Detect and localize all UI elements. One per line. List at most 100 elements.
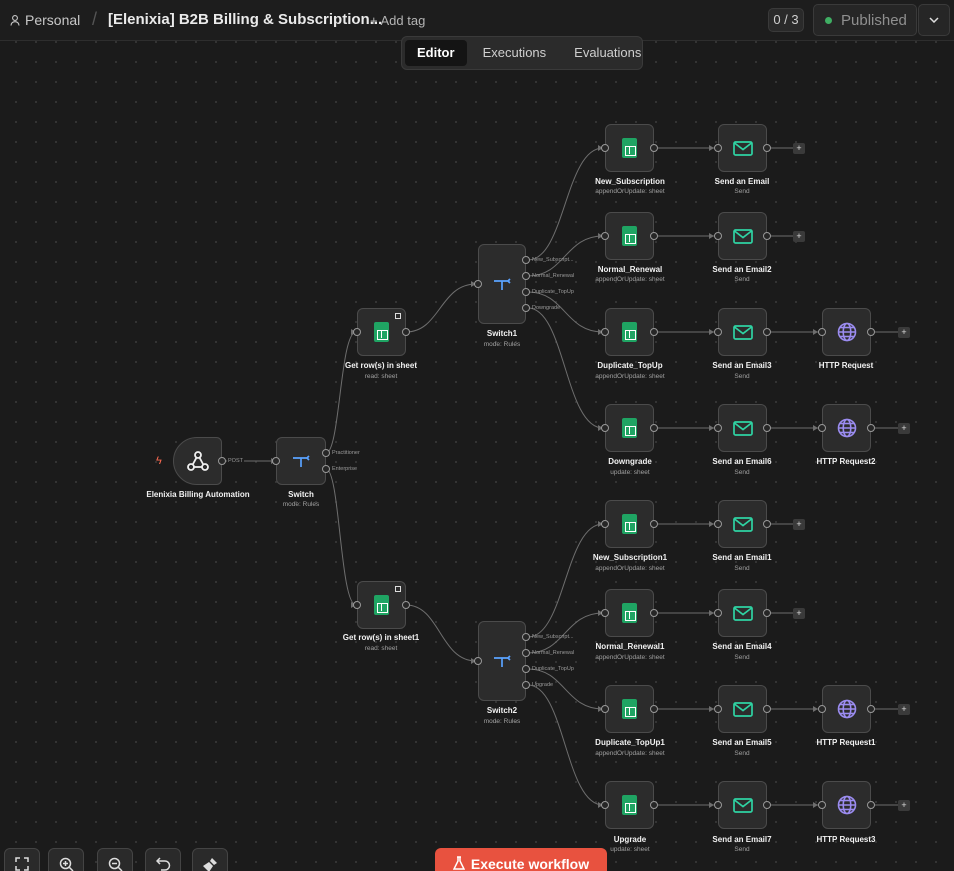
- port-out[interactable]: [763, 520, 771, 528]
- node-send-email6[interactable]: [718, 404, 767, 452]
- port-out[interactable]: [763, 424, 771, 432]
- port-in[interactable]: [714, 232, 722, 240]
- add-node-button[interactable]: +: [793, 608, 805, 619]
- node-http-request2[interactable]: [822, 404, 871, 452]
- port-out[interactable]: [763, 232, 771, 240]
- node-send-email5[interactable]: [718, 685, 767, 733]
- port-out[interactable]: [402, 601, 410, 609]
- add-node-button[interactable]: +: [793, 231, 805, 242]
- port-out[interactable]: [522, 649, 530, 657]
- port-in[interactable]: [714, 424, 722, 432]
- port-in[interactable]: [601, 520, 609, 528]
- port-in[interactable]: [818, 424, 826, 432]
- node-webhook[interactable]: [173, 437, 222, 485]
- node-http-request3[interactable]: [822, 781, 871, 829]
- add-node-button[interactable]: +: [898, 704, 910, 715]
- port-in[interactable]: [818, 801, 826, 809]
- globe-icon: [837, 322, 856, 342]
- port-out[interactable]: [650, 520, 658, 528]
- port-in[interactable]: [601, 424, 609, 432]
- node-duplicate-topup[interactable]: [605, 308, 654, 356]
- port-out[interactable]: [522, 633, 530, 641]
- port-in[interactable]: [818, 705, 826, 713]
- port-in[interactable]: [474, 280, 482, 288]
- port-out[interactable]: [522, 681, 530, 689]
- port-out[interactable]: [763, 328, 771, 336]
- port-in[interactable]: [601, 801, 609, 809]
- tidy-up-button[interactable]: [192, 848, 228, 871]
- add-node-button[interactable]: +: [898, 800, 910, 811]
- zoom-out-button[interactable]: [97, 848, 133, 871]
- port-in[interactable]: [714, 705, 722, 713]
- node-switch1-sub: mode: Rules: [483, 341, 521, 348]
- node-upgrade[interactable]: [605, 781, 654, 829]
- port-out[interactable]: [650, 328, 658, 336]
- node-http-request[interactable]: [822, 308, 871, 356]
- port-in[interactable]: [601, 609, 609, 617]
- node-send-email[interactable]: [718, 124, 767, 172]
- execute-workflow-button[interactable]: Execute workflow: [435, 848, 607, 871]
- port-out[interactable]: [650, 232, 658, 240]
- port-out[interactable]: [322, 465, 330, 473]
- port-out[interactable]: [763, 609, 771, 617]
- google-sheets-icon: [622, 603, 637, 623]
- add-node-button[interactable]: +: [898, 423, 910, 434]
- port-out[interactable]: [650, 705, 658, 713]
- port-out[interactable]: [650, 801, 658, 809]
- node-send-email1[interactable]: [718, 500, 767, 548]
- port-in[interactable]: [601, 144, 609, 152]
- port-out[interactable]: [522, 665, 530, 673]
- add-node-button[interactable]: +: [793, 519, 805, 530]
- port-in[interactable]: [714, 328, 722, 336]
- port-out[interactable]: [218, 457, 226, 465]
- port-in[interactable]: [714, 609, 722, 617]
- port-out[interactable]: [867, 705, 875, 713]
- port-out[interactable]: [763, 144, 771, 152]
- port-in[interactable]: [601, 705, 609, 713]
- port-in[interactable]: [353, 601, 361, 609]
- node-switch2-sub: mode: Rules: [483, 718, 521, 725]
- add-node-button[interactable]: +: [898, 327, 910, 338]
- port-out[interactable]: [322, 449, 330, 457]
- node-send-email7[interactable]: [718, 781, 767, 829]
- node-switch1[interactable]: [478, 244, 526, 324]
- port-out[interactable]: [522, 256, 530, 264]
- port-out[interactable]: [522, 304, 530, 312]
- port-in[interactable]: [818, 328, 826, 336]
- node-downgrade[interactable]: [605, 404, 654, 452]
- port-out[interactable]: [763, 705, 771, 713]
- port-in[interactable]: [601, 232, 609, 240]
- zoom-in-button[interactable]: [48, 848, 84, 871]
- port-in[interactable]: [714, 801, 722, 809]
- port-in[interactable]: [353, 328, 361, 336]
- port-in[interactable]: [272, 457, 280, 465]
- add-node-button[interactable]: +: [793, 143, 805, 154]
- node-duplicate-topup1[interactable]: [605, 685, 654, 733]
- node-switch[interactable]: [276, 437, 326, 485]
- port-out[interactable]: [522, 272, 530, 280]
- port-out[interactable]: [867, 424, 875, 432]
- port-out[interactable]: [867, 801, 875, 809]
- port-in[interactable]: [601, 328, 609, 336]
- node-normal-renewal1[interactable]: [605, 589, 654, 637]
- port-out[interactable]: [402, 328, 410, 336]
- undo-button[interactable]: [145, 848, 181, 871]
- port-out[interactable]: [650, 144, 658, 152]
- port-in[interactable]: [474, 657, 482, 665]
- node-send-email3[interactable]: [718, 308, 767, 356]
- node-switch2[interactable]: [478, 621, 526, 701]
- node-send-email2[interactable]: [718, 212, 767, 260]
- node-normal-renewal[interactable]: [605, 212, 654, 260]
- fit-view-button[interactable]: [4, 848, 40, 871]
- port-out[interactable]: [650, 424, 658, 432]
- node-http-request1[interactable]: [822, 685, 871, 733]
- port-out[interactable]: [867, 328, 875, 336]
- node-send-email4[interactable]: [718, 589, 767, 637]
- port-out[interactable]: [650, 609, 658, 617]
- port-out[interactable]: [522, 288, 530, 296]
- port-in[interactable]: [714, 520, 722, 528]
- port-in[interactable]: [714, 144, 722, 152]
- port-out[interactable]: [763, 801, 771, 809]
- node-new-subscription1[interactable]: [605, 500, 654, 548]
- node-new-subscription[interactable]: [605, 124, 654, 172]
